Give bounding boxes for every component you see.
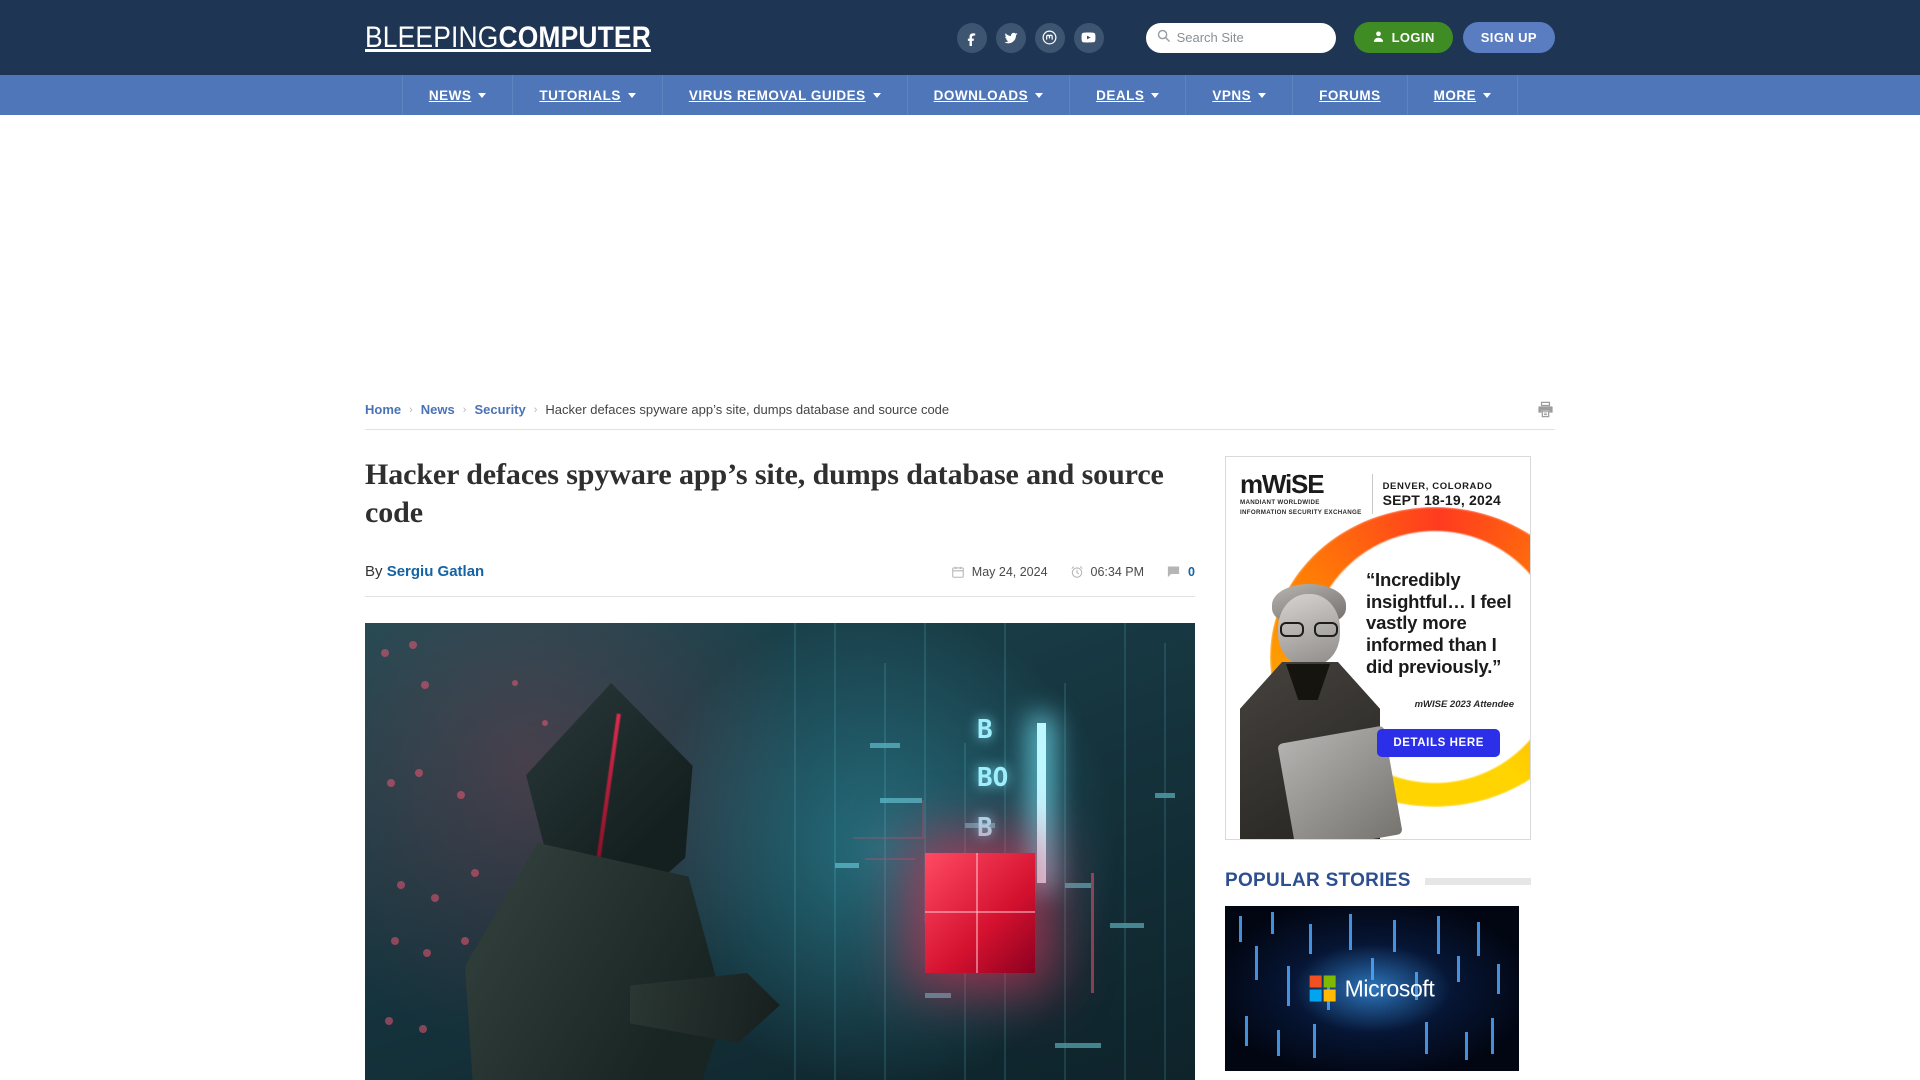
article-hero-image: B BO B <box>365 623 1195 1080</box>
sidebar-advertisement[interactable]: mWiSE MANDIANT WORLDWIDE INFORMATION SEC… <box>1225 456 1531 840</box>
ad-event-city: DENVER, COLORADO <box>1382 480 1493 492</box>
publish-time-text: 06:34 PM <box>1090 564 1145 579</box>
chevron-down-icon <box>627 92 636 98</box>
nav-item-deals[interactable]: DEALS <box>1070 75 1187 115</box>
nav-item-label: DEALS <box>1096 87 1145 103</box>
ad-attribution: mWISE 2023 Attendee <box>1414 699 1514 710</box>
mastodon-icon[interactable] <box>1034 22 1065 53</box>
calendar-icon <box>951 565 965 579</box>
nav-item-label: MORE <box>1433 87 1477 103</box>
comment-count: 0 <box>1188 564 1195 579</box>
site-header: BLEEPINGCOMPUTER Search Site LOGIN SIGN … <box>0 0 1920 75</box>
chevron-down-icon <box>1151 92 1160 98</box>
hero-figure <box>455 643 785 1080</box>
nav-item-virus-removal-guides[interactable]: VIRUS REMOVAL GUIDES <box>663 75 908 115</box>
site-logo[interactable]: BLEEPINGCOMPUTER <box>365 21 651 55</box>
nav-item-label: DOWNLOADS <box>933 87 1029 103</box>
chevron-down-icon <box>1035 92 1044 98</box>
hero-data-cube <box>925 853 1035 973</box>
popular-stories-header: POPULAR STORIES <box>1225 870 1531 892</box>
ad-divider <box>1371 474 1373 515</box>
breadcrumb-separator: › <box>533 403 538 416</box>
signup-label: SIGN UP <box>1480 30 1537 45</box>
nav-item-news[interactable]: NEWS <box>401 75 514 115</box>
page-title: Hacker defaces spyware app’s site, dumps… <box>365 458 1164 529</box>
nav-item-forums[interactable]: FORUMS <box>1293 75 1408 115</box>
logo-text-bold: COMPUTER <box>498 20 651 54</box>
nav-item-label: VIRUS REMOVAL GUIDES <box>688 87 866 103</box>
comments[interactable]: 0 <box>1166 564 1195 579</box>
popular-stories-title: POPULAR STORIES <box>1225 870 1411 891</box>
search-input[interactable] <box>1176 30 1326 45</box>
nav-item-label: TUTORIALS <box>539 87 621 103</box>
mwise-logo-subtitle-1: MANDIANT WORLDWIDE <box>1240 499 1320 506</box>
mwise-logo: mWiSE <box>1240 471 1362 497</box>
chevron-down-icon <box>478 92 487 98</box>
social-links <box>956 22 1104 53</box>
nav-item-vpns[interactable]: VPNS <box>1186 75 1294 115</box>
breadcrumb: Home › News › Security › Hacker defaces spywar… <box>365 390 1555 430</box>
nav-item-tutorials[interactable]: TUTORIALS <box>513 75 663 115</box>
chevron-down-icon <box>1483 92 1492 98</box>
facebook-icon[interactable] <box>956 22 987 53</box>
ad-person-photo <box>1234 584 1403 839</box>
breadcrumb-separator: › <box>462 403 467 416</box>
byline: By Sergiu Gatlan <box>365 563 484 580</box>
logo-text-light: BLEEPING <box>365 20 499 54</box>
article-meta-row: By Sergiu Gatlan May 24, 2024 06:34 PM 0 <box>365 563 1195 597</box>
sidebar: mWiSE MANDIANT WORLDWIDE INFORMATION SEC… <box>1225 456 1531 1080</box>
search-box[interactable] <box>1145 22 1336 53</box>
publish-date-text: May 24, 2024 <box>971 564 1048 579</box>
youtube-icon[interactable] <box>1073 22 1104 53</box>
mwise-logo-subtitle-2: INFORMATION SECURITY EXCHANGE <box>1240 509 1362 517</box>
print-icon[interactable] <box>1536 400 1555 419</box>
microsoft-wordmark: Microsoft <box>1344 975 1435 1001</box>
breadcrumb-item-0[interactable]: Home <box>365 402 401 417</box>
main-navigation: NEWS TUTORIALS VIRUS REMOVAL GUIDES DOWNLOA… <box>0 75 1920 115</box>
microsoft-logo-icon <box>1309 975 1336 1002</box>
search-icon <box>1156 28 1171 48</box>
popular-stories-rule <box>1424 877 1531 885</box>
top-ad-slot <box>0 115 1920 390</box>
by-label: By <box>365 563 383 580</box>
article-column: Hacker defaces spyware app’s site, dumps… <box>365 456 1195 1080</box>
comment-icon <box>1166 564 1181 579</box>
popular-story-thumbnail[interactable]: Microsoft <box>1225 906 1519 1071</box>
chevron-down-icon <box>872 92 881 98</box>
author-link[interactable]: Sergiu Gatlan <box>387 563 485 580</box>
signup-button[interactable]: SIGN UP <box>1462 22 1555 53</box>
user-icon <box>1372 30 1385 46</box>
clock-icon <box>1070 565 1084 579</box>
page-container: Home › News › Security › Hacker defaces spywar… <box>365 390 1555 1080</box>
nav-item-more[interactable]: MORE <box>1408 75 1519 115</box>
login-label: LOGIN <box>1391 30 1435 45</box>
twitter-icon[interactable] <box>995 22 1026 53</box>
publish-date: May 24, 2024 <box>951 565 1048 579</box>
breadcrumb-separator: › <box>409 403 413 416</box>
nav-item-label: NEWS <box>428 87 472 103</box>
chevron-down-icon <box>1258 92 1267 98</box>
login-button[interactable]: LOGIN <box>1353 22 1453 53</box>
breadcrumb-item-2[interactable]: Security <box>474 402 525 417</box>
publish-time: 06:34 PM <box>1070 564 1145 579</box>
breadcrumb-item-3: Hacker defaces spyware app’s site, dumps… <box>545 402 950 417</box>
ad-event-dates: SEPT 18-19, 2024 <box>1382 491 1501 508</box>
breadcrumb-item-1[interactable]: News <box>421 402 455 417</box>
nav-item-label: FORUMS <box>1319 87 1381 103</box>
nav-item-downloads[interactable]: DOWNLOADS <box>908 75 1071 115</box>
ad-cta-button[interactable]: DETAILS HERE <box>1377 729 1500 757</box>
nav-item-label: VPNS <box>1212 87 1252 103</box>
mwise-logo-text: mWiSE <box>1240 469 1325 499</box>
glasses-icon <box>1280 622 1338 637</box>
ad-quote: “Incredibly insightful… I feel vastly mo… <box>1366 569 1512 677</box>
